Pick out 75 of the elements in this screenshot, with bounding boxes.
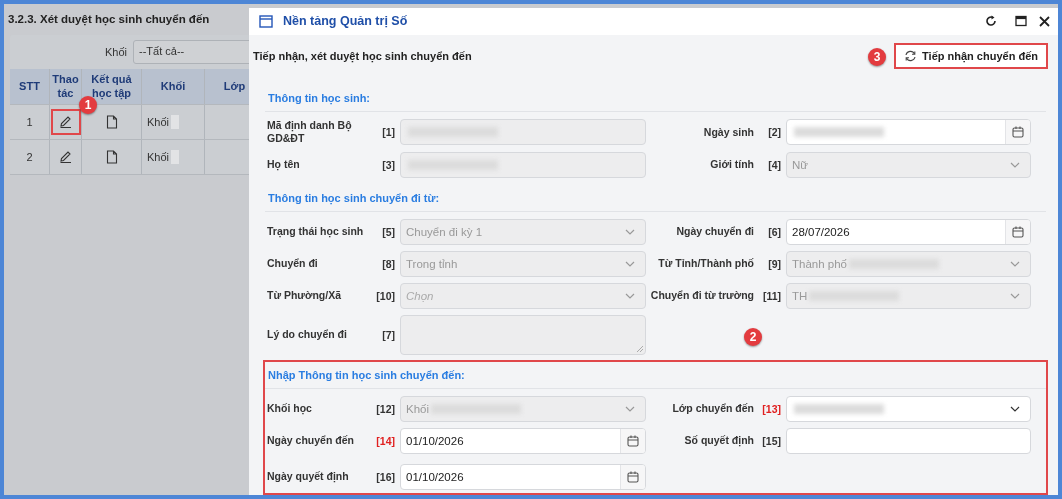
field-number: [2]	[767, 126, 782, 139]
column-header: STT	[10, 69, 50, 104]
calendar-icon[interactable]	[627, 471, 639, 483]
field-label: Khối học	[266, 402, 313, 416]
edit-button[interactable]	[50, 109, 81, 135]
field-number: [6]	[767, 226, 782, 238]
maximize-icon[interactable]	[1015, 15, 1027, 28]
calendar-icon[interactable]	[1012, 126, 1024, 139]
field-number: [3]	[381, 159, 396, 171]
field-number: [9]	[767, 258, 782, 270]
field-label: Từ Phường/Xã	[266, 289, 342, 303]
section-title: Thông tin học sinh chuyển đi từ:	[268, 192, 440, 204]
field-label: Mã định danh Bộ GD&ĐT	[266, 118, 353, 146]
field-number: [10]	[375, 290, 396, 302]
chevron-down-icon	[625, 406, 635, 412]
chevron-down-icon	[1010, 293, 1020, 299]
step-badge: 3	[868, 47, 887, 66]
pencil-icon	[58, 115, 73, 129]
date-field[interactable]: 28/07/2026	[786, 219, 1031, 245]
page-title: 3.2.3. Xét duyệt học sinh chuyển đến	[7, 12, 211, 28]
field-number: [15]	[761, 435, 782, 447]
field-number: [12]	[375, 403, 396, 415]
field-label: Ngày quyết định	[266, 470, 350, 484]
column-header: Khối	[142, 69, 205, 104]
window-icon	[259, 14, 273, 28]
field-label: Ngày chuyển đi	[675, 225, 755, 239]
field-number: [14]	[375, 435, 396, 447]
chevron-down-icon	[1010, 261, 1020, 267]
field-number: [8]	[381, 258, 396, 270]
date-field[interactable]: 01/10/2026	[400, 428, 646, 454]
field-number: [11]	[761, 290, 782, 302]
sync-icon	[904, 49, 918, 62]
row-number: 2	[26, 151, 33, 163]
calendar-icon[interactable]	[627, 435, 639, 447]
chevron-down-icon	[1010, 406, 1020, 412]
calendar-icon[interactable]	[1012, 226, 1024, 238]
chevron-down-icon	[625, 229, 635, 235]
field-label: Ngày sinh	[702, 125, 755, 140]
dialog-title: Nền tảng Quản trị Số	[283, 14, 408, 29]
chevron-down-icon	[625, 261, 635, 267]
form-title: Tiếp nhận, xét duyệt học sinh chuyển đến	[253, 49, 472, 62]
field-number: [7]	[381, 329, 396, 341]
section-title: Nhập Thông tin học sinh chuyển đến:	[268, 369, 465, 381]
document-icon[interactable]	[105, 115, 118, 129]
close-icon[interactable]	[1039, 15, 1050, 27]
date-field[interactable]	[786, 119, 1031, 146]
field-number: [13]	[761, 403, 782, 415]
field-number: [16]	[375, 471, 396, 483]
field-label: Chuyển đi từ trường	[649, 289, 755, 303]
chevron-down-icon	[1010, 162, 1020, 168]
field-label: Chuyển đi	[266, 257, 319, 271]
chevron-down-icon	[625, 293, 635, 299]
field-label: Họ tên	[266, 158, 301, 172]
grade-select[interactable]: --Tất cả--	[133, 40, 249, 64]
refresh-icon[interactable]	[985, 15, 997, 28]
field-label: Số quyết định	[683, 434, 755, 448]
field-label: Ngày chuyển đến	[266, 434, 355, 448]
accept-transfer-button[interactable]: Tiếp nhận chuyển đến	[894, 42, 1048, 69]
field-label: Từ Tỉnh/Thành phố	[657, 257, 755, 271]
pencil-icon	[58, 150, 73, 164]
field-label: Trạng thái học sinh	[266, 225, 365, 239]
section-title: Thông tin học sinh:	[268, 91, 371, 104]
field-label: Giới tính	[709, 158, 755, 172]
row-number: 1	[26, 116, 33, 128]
grade-cell: Khối	[147, 151, 170, 163]
filter-label: Khối	[105, 46, 128, 58]
document-icon[interactable]	[105, 150, 118, 164]
grade-cell: Khối	[147, 116, 170, 128]
field-number: [5]	[381, 226, 396, 238]
input-field[interactable]	[786, 428, 1031, 454]
field-number: [4]	[767, 159, 782, 171]
field-number: [1]	[381, 126, 396, 139]
field-label: Lớp chuyển đến	[671, 402, 755, 416]
field-label: Lý do chuyển đi	[266, 328, 348, 342]
date-field[interactable]: 01/10/2026	[400, 464, 646, 490]
